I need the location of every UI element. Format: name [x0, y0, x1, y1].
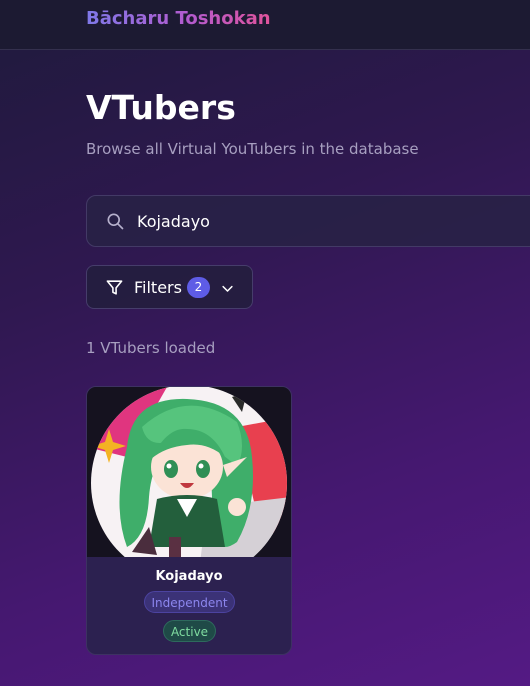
vtuber-avatar [87, 387, 291, 557]
page-subtitle: Browse all Virtual YouTubers in the data… [86, 140, 419, 158]
vtuber-name: Kojadayo [155, 569, 223, 584]
search-icon [107, 213, 124, 230]
chevron-down-icon [222, 285, 233, 292]
page-title: VTubers [86, 88, 236, 127]
affiliation-badge: Independent [144, 591, 235, 613]
filters-count-badge: 2 [187, 277, 210, 298]
vtuber-card[interactable]: Kojadayo Independent Active [86, 386, 292, 655]
top-navigation-bar: Bācharu Toshokan [0, 0, 530, 50]
filter-icon [106, 280, 123, 295]
search-box[interactable] [86, 195, 530, 247]
results-count: 1 VTubers loaded [86, 339, 216, 357]
filters-label: Filters [134, 278, 182, 297]
filters-button[interactable]: Filters 2 [86, 265, 253, 309]
search-input[interactable] [137, 209, 517, 233]
brand-logo-text[interactable]: Bācharu Toshokan [86, 8, 271, 29]
status-badge: Active [163, 620, 216, 642]
